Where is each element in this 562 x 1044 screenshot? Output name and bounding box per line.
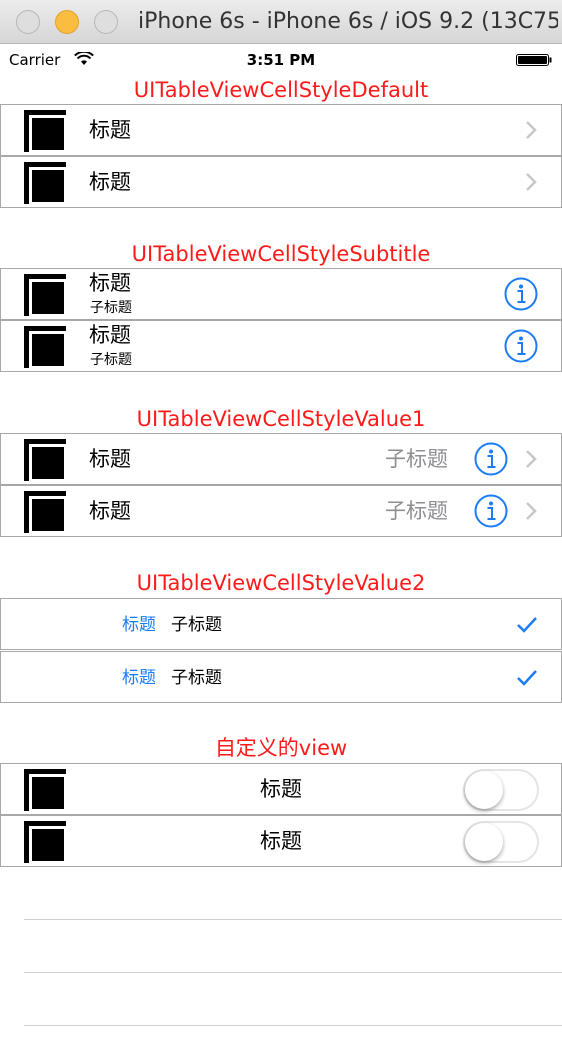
close-window-button[interactable] (16, 10, 40, 34)
chevron-right-icon (526, 173, 537, 191)
section-header-subtitle: UITableViewCellStyleSubtitle (131, 242, 431, 266)
table-row[interactable]: 标题 子标题 (0, 598, 562, 650)
cell-detail: 子标题 (171, 668, 222, 688)
zoom-window-button[interactable] (94, 10, 118, 34)
empty-row-separator (24, 919, 562, 920)
thumbnail-image (24, 491, 67, 534)
checkmark-icon (517, 670, 537, 686)
section-header-custom: 自定义的view (214, 736, 348, 760)
cell-subtitle: 子标题 (90, 352, 132, 368)
table-row[interactable]: 标题 (0, 815, 562, 867)
cell-detail: 子标题 (385, 447, 448, 471)
switch-knob (465, 771, 503, 809)
chevron-right-icon (526, 502, 537, 520)
status-time: 3:51 PM (246, 51, 316, 69)
info-icon[interactable] (474, 494, 508, 528)
window-title: iPhone 6s - iPhone 6s / iOS 9.2 (13C75) (138, 9, 558, 34)
cell-title: 标题 (122, 615, 156, 635)
table-row[interactable]: 标题 子标题 (0, 433, 562, 485)
cell-title: 标题 (89, 447, 131, 471)
switch-knob (465, 823, 503, 861)
thumbnail-image (24, 162, 67, 205)
thumbnail-image (24, 110, 67, 153)
info-icon[interactable] (474, 442, 508, 476)
minimize-window-button[interactable] (55, 10, 79, 34)
table-row[interactable]: 标题 (0, 156, 562, 208)
cell-title: 标题 (89, 170, 131, 194)
chevron-right-icon (526, 121, 537, 139)
empty-row-separator (24, 1025, 562, 1026)
status-bar: Carrier 3:51 PM (0, 44, 562, 74)
table-row[interactable]: 标题 子标题 (0, 485, 562, 537)
cell-title: 标题 (89, 499, 131, 523)
empty-row-separator (24, 972, 562, 973)
checkmark-icon (517, 617, 537, 633)
section-header-value1: UITableViewCellStyleValue1 (136, 407, 426, 431)
toggle-switch[interactable] (463, 769, 539, 811)
section-header-value2: UITableViewCellStyleValue2 (136, 571, 426, 595)
cell-detail: 子标题 (385, 499, 448, 523)
toggle-switch[interactable] (463, 821, 539, 863)
info-icon[interactable] (504, 277, 538, 311)
cell-title: 标题 (89, 118, 131, 142)
thumbnail-image (24, 439, 67, 482)
thumbnail-image (24, 274, 67, 317)
simulator-title-bar: iPhone 6s - iPhone 6s / iOS 9.2 (13C75) (0, 0, 562, 44)
table-row[interactable]: 标题 子标题 (0, 268, 562, 320)
cell-title: 标题 (122, 668, 156, 688)
chevron-right-icon (526, 450, 537, 468)
cell-title: 标题 (89, 323, 131, 347)
cell-subtitle: 子标题 (90, 300, 132, 316)
info-icon[interactable] (504, 329, 538, 363)
thumbnail-image (24, 326, 67, 369)
table-row[interactable]: 标题 (0, 763, 562, 815)
table-row[interactable]: 标题 子标题 (0, 651, 562, 703)
section-header-default: UITableViewCellStyleDefault (133, 78, 429, 102)
battery-icon (516, 54, 552, 66)
cell-detail: 子标题 (171, 615, 222, 635)
cell-title: 标题 (89, 271, 131, 295)
table-row[interactable]: 标题 (0, 104, 562, 156)
table-row[interactable]: 标题 子标题 (0, 320, 562, 372)
